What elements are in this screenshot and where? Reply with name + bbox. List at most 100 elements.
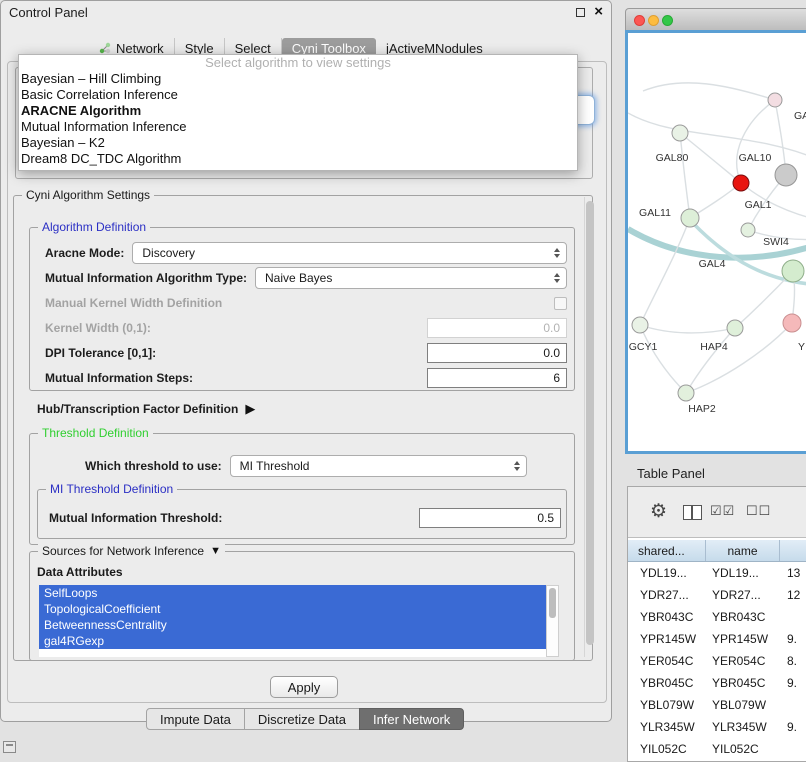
which-threshold-combo[interactable]: MI Threshold — [230, 455, 527, 477]
tab-discretize-data[interactable]: Discretize Data — [244, 708, 360, 730]
list-item[interactable]: TopologicalCoefficient — [39, 601, 546, 617]
list-item[interactable]: BetweennessCentrality — [39, 617, 546, 633]
algorithm-option[interactable]: Basic Correlation Inference — [19, 87, 577, 103]
cell-name: YLR345W — [706, 720, 780, 734]
hub-definition-toggle[interactable]: Hub/Transcription Factor Definition ▶ — [37, 399, 255, 419]
kernel-width-field[interactable]: 0.0 — [427, 318, 567, 338]
collapsed-panel-icon[interactable] — [3, 741, 16, 753]
checked-boxes-icon[interactable]: ☑☑ — [710, 503, 735, 519]
table-row[interactable]: YLR345W YLR345W 9. — [628, 716, 806, 738]
network-graph: GAL80 GAL10 GAL11 GAL1 SWI4 GAL4 GCY1 HA… — [628, 33, 806, 451]
cell-extra: 9. — [780, 676, 806, 690]
which-threshold-value: MI Threshold — [240, 459, 310, 473]
node-label: GAL80 — [656, 152, 689, 164]
network-window-titlebar[interactable] — [625, 8, 806, 30]
aracne-mode-combo[interactable]: Discovery — [132, 242, 567, 264]
tab-infer-network[interactable]: Infer Network — [359, 708, 464, 730]
manual-kernel-label: Manual Kernel Width Definition — [45, 296, 222, 310]
table-header: shared... name — [628, 540, 806, 562]
network-canvas[interactable]: GAL80 GAL10 GAL11 GAL1 SWI4 GAL4 GCY1 HA… — [625, 30, 806, 454]
network-node[interactable] — [681, 209, 699, 227]
network-node[interactable] — [632, 317, 648, 333]
zoom-traffic-light[interactable] — [662, 15, 673, 26]
network-node[interactable] — [678, 385, 694, 401]
aracne-mode-row: Aracne Mode: Discovery — [45, 241, 567, 265]
cell-shared: YDL19... — [628, 566, 706, 580]
apply-button[interactable]: Apply — [270, 676, 338, 698]
data-attributes-heading: Data Attributes — [37, 565, 123, 579]
settings-scrollbar-thumb[interactable] — [586, 201, 594, 645]
cell-shared: YPR145W — [628, 632, 706, 646]
table-row[interactable]: YBL079W YBL079W — [628, 694, 806, 716]
algorithm-option[interactable]: Bayesian – K2 — [19, 135, 577, 151]
cell-name: YBR043C — [706, 610, 780, 624]
minimize-traffic-light[interactable] — [648, 15, 659, 26]
gear-icon[interactable]: ⚙ — [650, 500, 667, 523]
threshold-definition-legend: Threshold Definition — [38, 426, 153, 440]
cell-name: YPR145W — [706, 632, 780, 646]
float-icon[interactable] — [576, 8, 585, 17]
unchecked-boxes-icon[interactable]: ☐☐ — [746, 503, 771, 519]
cell-shared: YLR345W — [628, 720, 706, 734]
columns-icon[interactable] — [683, 505, 702, 520]
cell-name: YER054C — [706, 654, 780, 668]
column-header-shared[interactable]: shared... — [628, 540, 706, 561]
table-row[interactable]: YPR145W YPR145W 9. — [628, 628, 806, 650]
column-header-name[interactable]: name — [706, 540, 780, 561]
close-traffic-light[interactable] — [634, 15, 645, 26]
sources-legend-row[interactable]: Sources for Network Inference ▼ — [38, 544, 225, 558]
node-label: GAL1 — [745, 199, 772, 211]
manual-kernel-row: Manual Kernel Width Definition — [45, 291, 567, 315]
algorithm-option-selected[interactable]: ARACNE Algorithm — [19, 103, 577, 119]
network-node-pink[interactable] — [783, 314, 801, 332]
network-node[interactable] — [782, 260, 804, 282]
settings-scrollbar[interactable] — [584, 197, 595, 657]
algorithm-dropdown-popup: Select algorithm to view settings Bayesi… — [18, 54, 578, 171]
dpi-tolerance-field[interactable]: 0.0 — [427, 343, 567, 363]
manual-kernel-checkbox[interactable] — [554, 297, 567, 310]
table-row[interactable]: YBR045C YBR045C 9. — [628, 672, 806, 694]
mi-type-combo[interactable]: Naive Bayes — [255, 267, 567, 289]
kernel-width-label: Kernel Width (0,1): — [45, 321, 151, 335]
cell-extra: 8. — [780, 654, 806, 668]
bottom-tab-bar: Impute Data Discretize Data Infer Networ… — [146, 708, 464, 730]
network-node-gray[interactable] — [775, 164, 797, 186]
algorithm-option[interactable]: Dream8 DC_TDC Algorithm — [19, 151, 577, 167]
cell-shared: YIL052C — [628, 742, 706, 756]
network-node[interactable] — [768, 93, 782, 107]
network-node[interactable] — [727, 320, 743, 336]
aracne-mode-value: Discovery — [142, 246, 195, 260]
algorithm-option[interactable]: Bayesian – Hill Climbing — [19, 71, 577, 87]
column-header-extra[interactable] — [780, 540, 806, 561]
table-row[interactable]: YER054C YER054C 8. — [628, 650, 806, 672]
table-row[interactable]: YBR043C YBR043C — [628, 606, 806, 628]
mi-steps-field[interactable]: 6 — [427, 368, 567, 388]
mi-threshold-row: Mutual Information Threshold: 0.5 — [49, 506, 561, 530]
list-scrollbar[interactable] — [546, 585, 559, 657]
table-row[interactable]: YDL19... YDL19... 13 — [628, 562, 806, 584]
table-row[interactable]: YDR27... YDR27... 12 — [628, 584, 806, 606]
list-item[interactable]: gal4RGexp — [39, 633, 546, 649]
network-icon — [99, 42, 111, 54]
table-row[interactable]: YIL052C YIL052C — [628, 738, 806, 760]
network-node-red[interactable] — [733, 175, 749, 191]
kernel-width-row: Kernel Width (0,1): 0.0 — [45, 316, 567, 340]
mi-threshold-legend: MI Threshold Definition — [46, 482, 177, 496]
node-label: Y — [798, 341, 805, 353]
cyni-algorithm-settings-legend: Cyni Algorithm Settings — [22, 188, 154, 202]
cell-extra: 13 — [780, 566, 806, 580]
close-icon[interactable]: × — [594, 3, 603, 20]
list-item[interactable]: SelfLoops — [39, 585, 546, 601]
node-label: GAL8 — [794, 110, 806, 122]
network-node[interactable] — [741, 223, 755, 237]
node-label: GAL4 — [699, 258, 726, 270]
mi-threshold-field[interactable]: 0.5 — [419, 508, 561, 528]
algorithm-definition-legend: Algorithm Definition — [38, 220, 150, 234]
tab-impute-data[interactable]: Impute Data — [146, 708, 245, 730]
algorithm-option[interactable]: Mutual Information Inference — [19, 119, 577, 135]
network-node[interactable] — [672, 125, 688, 141]
mi-steps-label: Mutual Information Steps: — [45, 371, 193, 385]
list-scrollbar-thumb[interactable] — [549, 588, 556, 618]
mi-type-row: Mutual Information Algorithm Type: Naive… — [45, 266, 567, 290]
stepper-icon — [514, 461, 520, 471]
